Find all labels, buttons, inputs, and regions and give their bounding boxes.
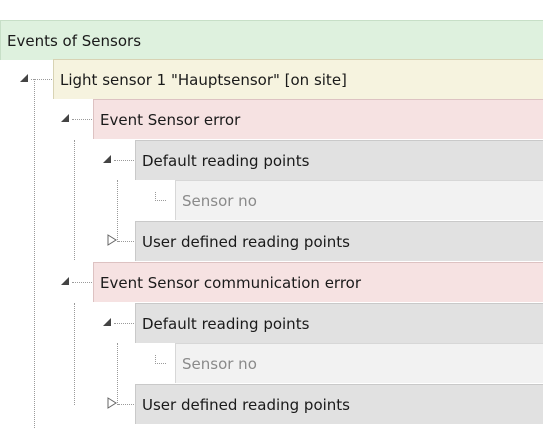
tree-row-group[interactable]: User defined reading points	[0, 384, 543, 428]
tree-row-event[interactable]: Event Sensor communication error	[0, 262, 543, 302]
group-label: Default reading points	[142, 314, 310, 333]
expanded-triangle-icon[interactable]	[101, 153, 113, 165]
tree-row-group[interactable]: User defined reading points	[0, 221, 543, 261]
tree-row-root[interactable]: Events of Sensors	[0, 20, 543, 60]
root-header: Events of Sensors	[0, 20, 543, 60]
event-node: Event Sensor error	[93, 99, 543, 139]
tree-row-sensor[interactable]: Light sensor 1 "Hauptsensor" [on site]	[0, 59, 543, 99]
event-label: Event Sensor communication error	[100, 273, 362, 292]
default-reading-points-group: Default reading points	[135, 303, 543, 343]
tree-row-event[interactable]: Event Sensor error	[0, 99, 543, 139]
tree-row-group[interactable]: Default reading points	[0, 140, 543, 180]
reading-point-item: Sensor no	[175, 180, 543, 220]
group-label: User defined reading points	[142, 232, 350, 251]
sensor-label: Light sensor 1 "Hauptsensor" [on site]	[60, 70, 347, 89]
expanded-triangle-icon[interactable]	[18, 72, 30, 84]
item-label: Sensor no	[182, 191, 257, 210]
event-label: Event Sensor error	[100, 110, 241, 129]
sensor-node: Light sensor 1 "Hauptsensor" [on site]	[53, 59, 543, 99]
user-defined-reading-points-group: User defined reading points	[135, 384, 543, 424]
tree-row-item[interactable]: Sensor no	[0, 180, 543, 220]
item-label: Sensor no	[182, 354, 257, 373]
group-label: Default reading points	[142, 151, 310, 170]
default-reading-points-group: Default reading points	[135, 140, 543, 180]
collapsed-triangle-icon[interactable]	[106, 397, 118, 409]
group-label: User defined reading points	[142, 395, 350, 414]
collapsed-triangle-icon[interactable]	[106, 234, 118, 246]
reading-point-item: Sensor no	[175, 343, 543, 383]
root-label: Events of Sensors	[7, 31, 142, 50]
user-defined-reading-points-group: User defined reading points	[135, 221, 543, 261]
tree-row-item[interactable]: Sensor no	[0, 343, 543, 383]
tree-row-group[interactable]: Default reading points	[0, 303, 543, 343]
expanded-triangle-icon[interactable]	[59, 275, 71, 287]
event-node: Event Sensor communication error	[93, 262, 543, 302]
expanded-triangle-icon[interactable]	[59, 112, 71, 124]
expanded-triangle-icon[interactable]	[101, 316, 113, 328]
sensor-events-tree: Events of Sensors Light sensor 1 "Haupts…	[0, 0, 543, 428]
